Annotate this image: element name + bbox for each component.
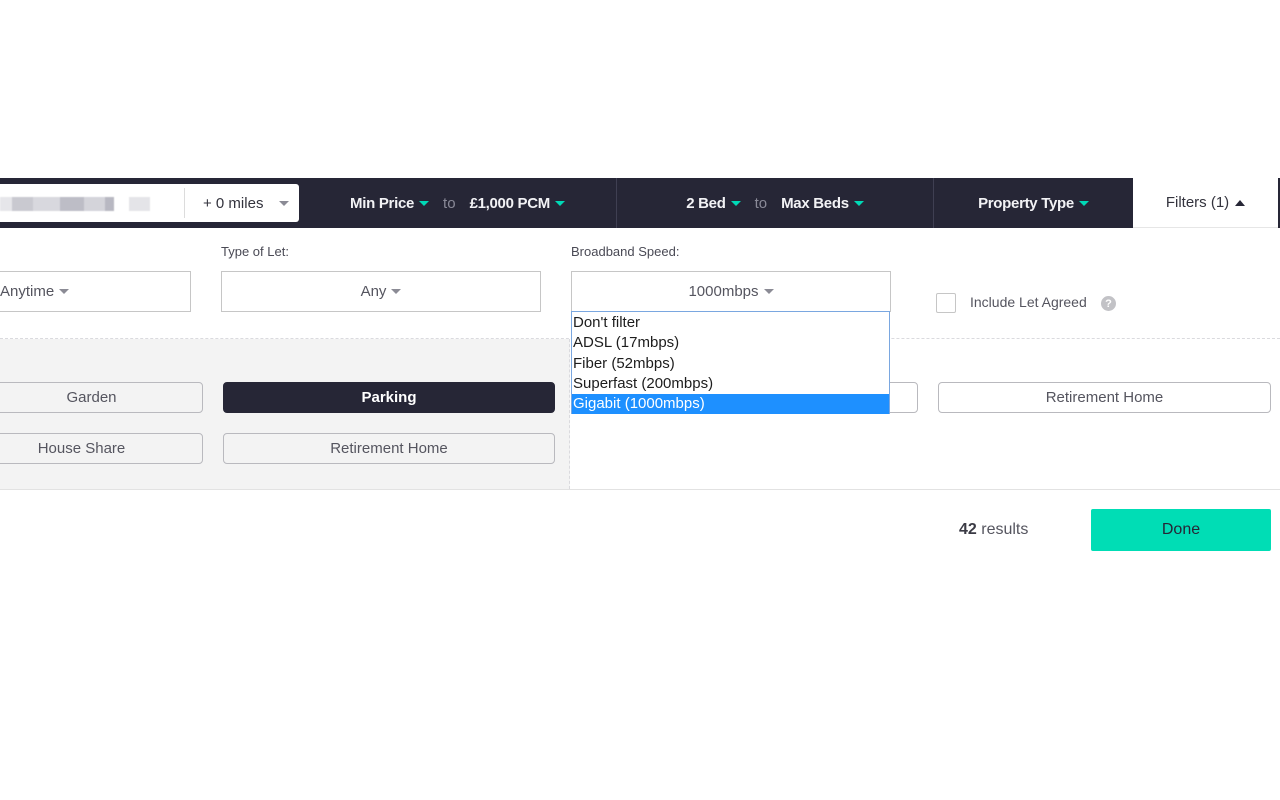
- dropdown-option[interactable]: Fiber (52mbps): [572, 354, 889, 374]
- feature-house-share-button[interactable]: House Share: [0, 433, 203, 464]
- filters-toggle-button[interactable]: Filters (1): [1133, 178, 1278, 228]
- property-type-select[interactable]: Property Type: [978, 195, 1089, 212]
- chevron-down-icon: [59, 289, 70, 294]
- feature-garden-button[interactable]: Garden: [0, 382, 203, 413]
- feature-label: Garden: [66, 389, 117, 406]
- dropdown-option[interactable]: Superfast (200mbps): [572, 374, 889, 394]
- dropdown-option-selected[interactable]: Gigabit (1000mbps): [572, 394, 889, 415]
- search-bar: + 0 miles Min Price to £1,000 PCM 2 Bed …: [0, 178, 1280, 228]
- broadband-speed-select[interactable]: 1000mbps: [571, 271, 891, 312]
- results-number: 42: [959, 521, 977, 538]
- chevron-down-icon: [554, 200, 565, 206]
- chevron-down-icon: [730, 200, 741, 206]
- chevron-down-icon: [763, 289, 774, 294]
- dropdown-option[interactable]: Don't filter: [572, 313, 889, 333]
- feature-label: Retirement Home: [1045, 389, 1164, 406]
- chevron-down-icon: [853, 200, 864, 206]
- max-beds-label: Max Beds: [781, 194, 849, 212]
- to-label: to: [443, 194, 456, 212]
- chevron-down-icon: [419, 200, 430, 206]
- filters-label: Filters (1): [1165, 194, 1230, 211]
- done-label: Done: [1161, 521, 1201, 538]
- chevron-down-icon: [1078, 200, 1089, 206]
- property-type-label: Property Type: [978, 194, 1074, 212]
- available-from-value: Anytime: [0, 283, 55, 300]
- price-range-group: Min Price to £1,000 PCM: [299, 178, 616, 228]
- feature-label: House Share: [37, 440, 126, 457]
- beds-range-group: 2 Bed to Max Beds: [616, 178, 933, 228]
- available-from-select[interactable]: Anytime: [0, 271, 191, 312]
- chevron-down-icon: [391, 289, 402, 294]
- max-price-select[interactable]: £1,000 PCM: [470, 195, 565, 212]
- features-panel: [0, 339, 570, 489]
- help-icon[interactable]: ?: [1101, 296, 1116, 311]
- broadband-speed-value: 1000mbps: [688, 283, 759, 300]
- feature-label: Parking: [361, 389, 417, 406]
- feature-label: Retirement Home: [330, 440, 448, 457]
- broadband-speed-dropdown: Don't filter ADSL (17mbps) Fiber (52mbps…: [571, 311, 890, 415]
- type-of-let-label: Type of Let:: [221, 244, 289, 259]
- feature-retirement-home-button-right[interactable]: Retirement Home: [938, 382, 1271, 413]
- min-price-select[interactable]: Min Price: [350, 194, 430, 212]
- panel-bottom-divider: [0, 489, 1280, 490]
- radius-select[interactable]: + 0 miles: [185, 184, 299, 222]
- results-label: results: [976, 521, 1029, 538]
- location-input-pixelated[interactable]: [0, 197, 150, 211]
- chevron-up-icon: [1235, 199, 1246, 206]
- chevron-down-icon: [279, 201, 289, 206]
- location-field[interactable]: + 0 miles: [0, 184, 299, 222]
- to-label: to: [754, 194, 768, 212]
- feature-parking-button[interactable]: Parking: [223, 382, 555, 413]
- include-let-agreed-checkbox[interactable]: [936, 293, 956, 313]
- type-of-let-value: Any: [360, 283, 387, 300]
- broadband-speed-label: Broadband Speed:: [571, 244, 680, 259]
- results-count: 42 results: [959, 521, 1028, 539]
- include-let-agreed-label: Include Let Agreed: [970, 294, 1087, 310]
- property-type-group: Property Type: [933, 178, 1133, 228]
- done-button[interactable]: Done: [1091, 509, 1271, 551]
- min-price-label: Min Price: [350, 194, 415, 212]
- type-of-let-select[interactable]: Any: [221, 271, 541, 312]
- radius-value: + 0 miles: [203, 194, 264, 212]
- max-price-label: £1,000 PCM: [469, 194, 551, 212]
- dropdown-option[interactable]: ADSL (17mbps): [572, 333, 889, 353]
- min-beds-label: 2 Bed: [686, 194, 726, 212]
- min-beds-select[interactable]: 2 Bed: [686, 194, 741, 212]
- max-beds-select[interactable]: Max Beds: [781, 195, 864, 212]
- feature-retirement-home-button[interactable]: Retirement Home: [223, 433, 555, 464]
